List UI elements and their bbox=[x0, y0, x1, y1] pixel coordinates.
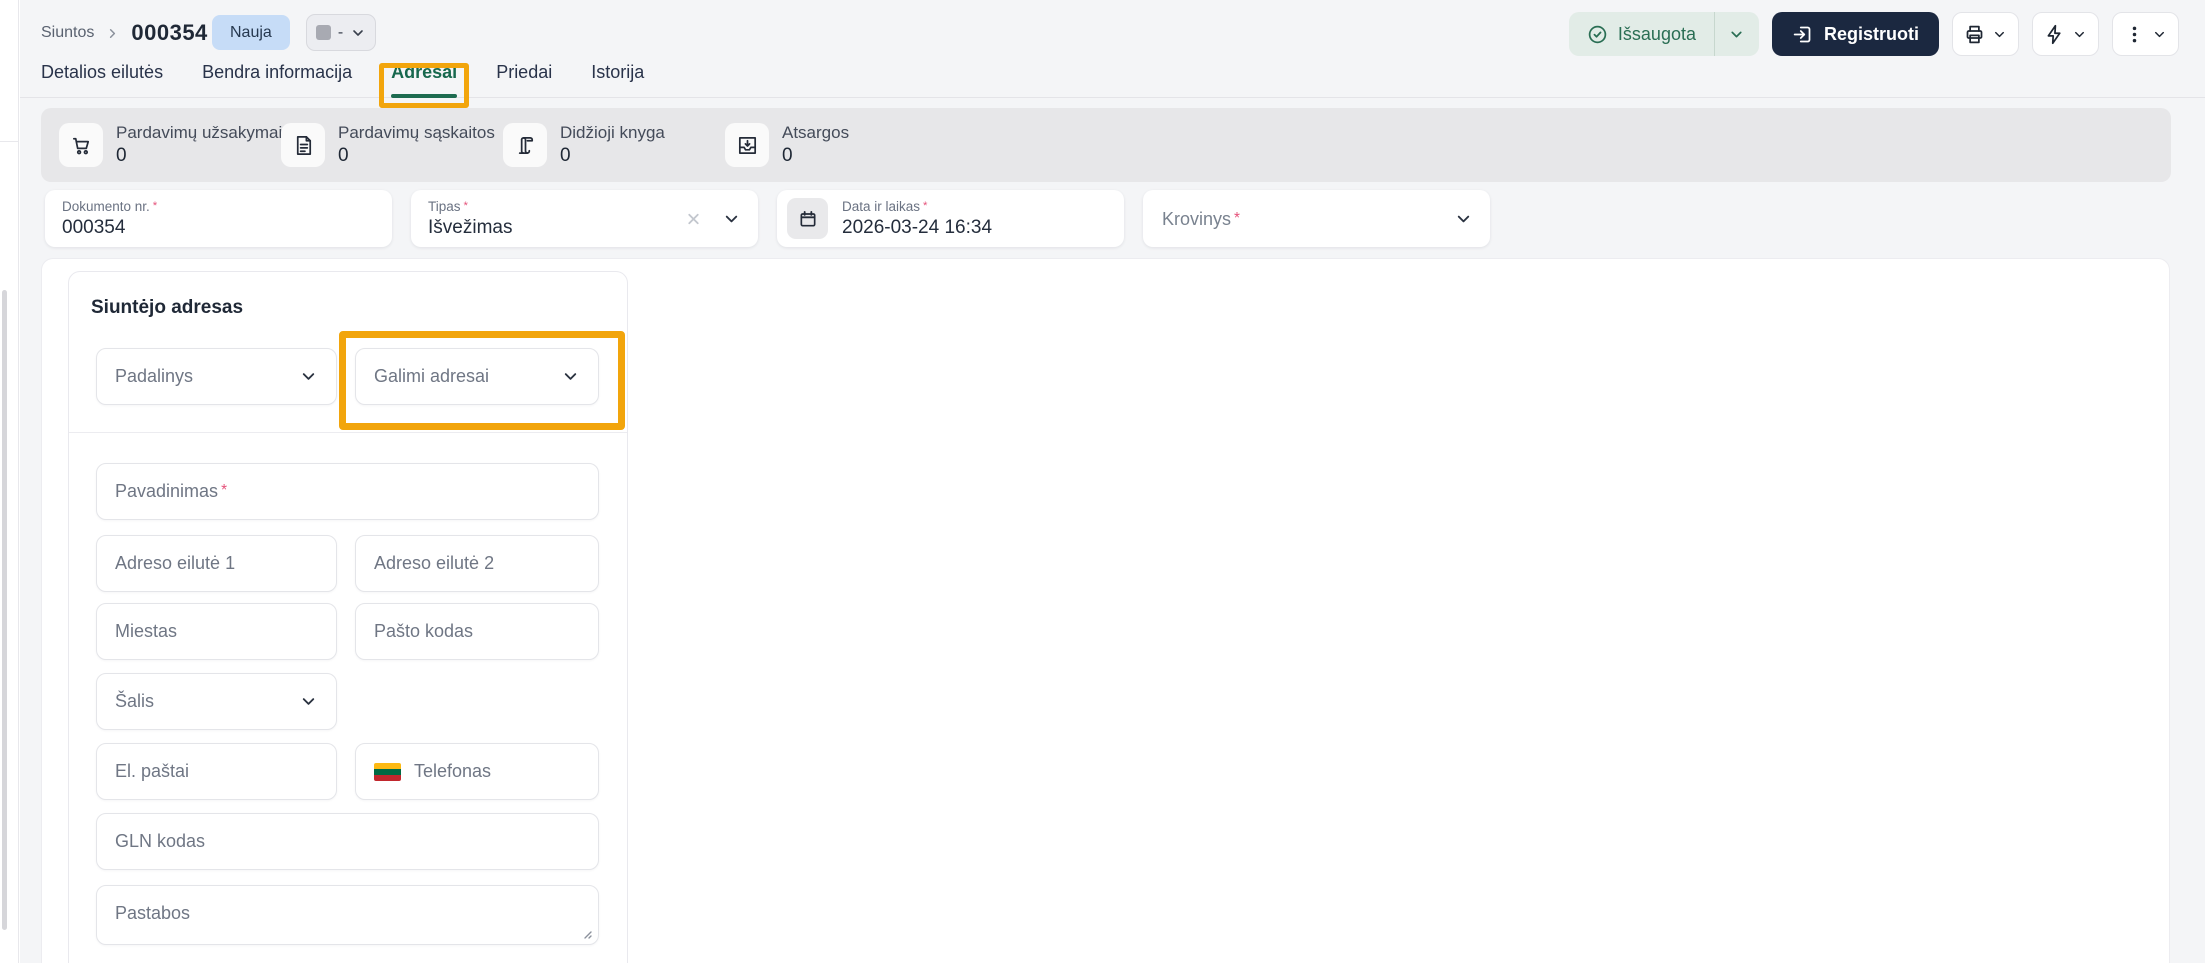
tab-priedai[interactable]: Priedai bbox=[496, 48, 552, 97]
stat-inventory[interactable]: Atsargos 0 bbox=[725, 123, 947, 167]
invoice-icon bbox=[281, 123, 325, 167]
calendar-icon[interactable] bbox=[787, 198, 828, 239]
tab-adresai[interactable]: Adresai bbox=[379, 48, 470, 108]
page-title: 000354 bbox=[131, 20, 208, 45]
stat-general-ledger[interactable]: Didžioji knyga 0 bbox=[503, 123, 725, 167]
required-mark: * bbox=[152, 200, 158, 212]
color-tag-value: - bbox=[337, 23, 344, 41]
document-fields-row: Dokumento nr. * 000354 Tipas * Išvežimas D… bbox=[45, 190, 1490, 247]
color-tag-select[interactable]: - bbox=[306, 14, 376, 51]
chevron-down-icon[interactable] bbox=[722, 209, 741, 228]
tab-bar: Detalios eilutės Bendra informacija Adre… bbox=[20, 48, 2205, 108]
stat-count: 0 bbox=[338, 145, 349, 166]
app-screen: Siuntos 000354 Nauja - Išsaugota Registr… bbox=[0, 0, 2205, 963]
printer-icon bbox=[1966, 25, 1983, 43]
main-area: Siuntos 000354 Nauja - Išsaugota Registr… bbox=[20, 0, 2205, 963]
chevron-down-icon bbox=[302, 698, 315, 705]
country-select[interactable]: Šalis bbox=[96, 673, 337, 730]
chevron-down-icon bbox=[2075, 31, 2084, 37]
related-records-bar: Pardavimų užsakymai 0 Pardavimų sąskaito… bbox=[41, 108, 2171, 182]
address-line-2-input[interactable]: Adreso eilutė 2 bbox=[355, 535, 599, 592]
ledger-icon bbox=[503, 123, 547, 167]
active-tab-underline bbox=[391, 94, 458, 98]
chevron-down-icon bbox=[302, 373, 315, 380]
breadcrumb: Siuntos 000354 bbox=[41, 20, 208, 46]
document-number-field[interactable]: Dokumento nr. * 000354 bbox=[45, 190, 392, 247]
document-number-value: 000354 bbox=[62, 217, 126, 238]
chevron-down-icon bbox=[564, 373, 577, 380]
stock-icon bbox=[725, 123, 769, 167]
color-swatch-icon bbox=[315, 25, 331, 40]
status-badge: Nauja bbox=[212, 15, 290, 50]
available-addresses-select[interactable]: Galimi adresai bbox=[355, 348, 599, 405]
tab-bendra-informacija[interactable]: Bendra informacija bbox=[202, 48, 352, 97]
breadcrumb-chevron-icon bbox=[105, 26, 120, 41]
tab-detalios-eilutes[interactable]: Detalios eilutės bbox=[41, 48, 163, 97]
notes-textarea[interactable]: Pastabos bbox=[96, 885, 599, 945]
register-import-icon bbox=[1793, 26, 1811, 42]
cart-icon bbox=[59, 123, 103, 167]
breadcrumb-parent-link[interactable]: Siuntos bbox=[41, 24, 94, 42]
name-input[interactable]: Pavadinimas * bbox=[96, 463, 599, 520]
city-input[interactable]: Miestas bbox=[96, 603, 337, 660]
resize-handle-icon[interactable] bbox=[580, 927, 592, 939]
chevron-down-icon bbox=[2155, 31, 2164, 37]
panel-divider bbox=[69, 432, 627, 433]
collapsed-side-strip bbox=[0, 0, 19, 963]
emails-input[interactable]: El. paštai bbox=[96, 743, 337, 800]
panel-title: Siuntėjo adresas bbox=[91, 297, 244, 318]
required-mark: * bbox=[221, 482, 228, 499]
sender-address-panel: Siuntėjo adresas Padalinys Galimi adresa… bbox=[68, 271, 628, 963]
side-scrollbar-thumb[interactable] bbox=[2, 290, 7, 930]
tab-istorija[interactable]: Istorija bbox=[591, 48, 644, 97]
gln-code-input[interactable]: GLN kodas bbox=[96, 813, 599, 870]
saved-button-label: Išsaugota bbox=[1617, 23, 1696, 44]
addresses-content-card: Siuntėjo adresas Padalinys Galimi adresa… bbox=[41, 258, 2170, 963]
stat-sales-invoices[interactable]: Pardavimų sąskaitos 0 bbox=[281, 123, 503, 167]
required-mark: * bbox=[923, 200, 928, 212]
stat-count: 0 bbox=[782, 145, 793, 166]
datetime-value: 2026-03-24 16:34 bbox=[842, 217, 993, 238]
chevron-down-icon bbox=[353, 29, 363, 36]
department-select[interactable]: Padalinys bbox=[96, 348, 337, 405]
cargo-select[interactable]: Krovinys * bbox=[1143, 190, 1490, 247]
chevron-down-icon bbox=[1731, 31, 1743, 37]
kebab-icon bbox=[2132, 26, 2137, 42]
lithuania-flag-icon[interactable] bbox=[374, 762, 401, 781]
chevron-down-icon bbox=[1995, 31, 2004, 37]
check-circle-icon bbox=[1588, 25, 1607, 43]
postal-code-input[interactable]: Pašto kodas bbox=[355, 603, 599, 660]
stat-count: 0 bbox=[560, 145, 571, 166]
available-addresses-wrap: Galimi adresai bbox=[339, 331, 625, 430]
type-field[interactable]: Tipas * Išvežimas bbox=[411, 190, 758, 247]
required-mark: * bbox=[1234, 210, 1240, 227]
datetime-field[interactable]: Data ir laikas * 2026-03-24 16:34 bbox=[777, 190, 1124, 247]
register-button-label: Registruoti bbox=[1823, 23, 1919, 44]
required-mark: * bbox=[463, 200, 468, 212]
phone-input[interactable]: Telefonas bbox=[355, 743, 599, 800]
chevron-down-icon[interactable] bbox=[1454, 209, 1473, 228]
type-value: Išvežimas bbox=[428, 217, 513, 238]
stat-sales-orders[interactable]: Pardavimų užsakymai 0 bbox=[59, 123, 282, 167]
side-strip-divider bbox=[0, 141, 19, 142]
stat-count: 0 bbox=[116, 145, 127, 166]
address-line-1-input[interactable]: Adreso eilutė 1 bbox=[96, 535, 337, 592]
clear-icon[interactable] bbox=[685, 210, 702, 227]
zap-icon bbox=[2047, 24, 2061, 44]
